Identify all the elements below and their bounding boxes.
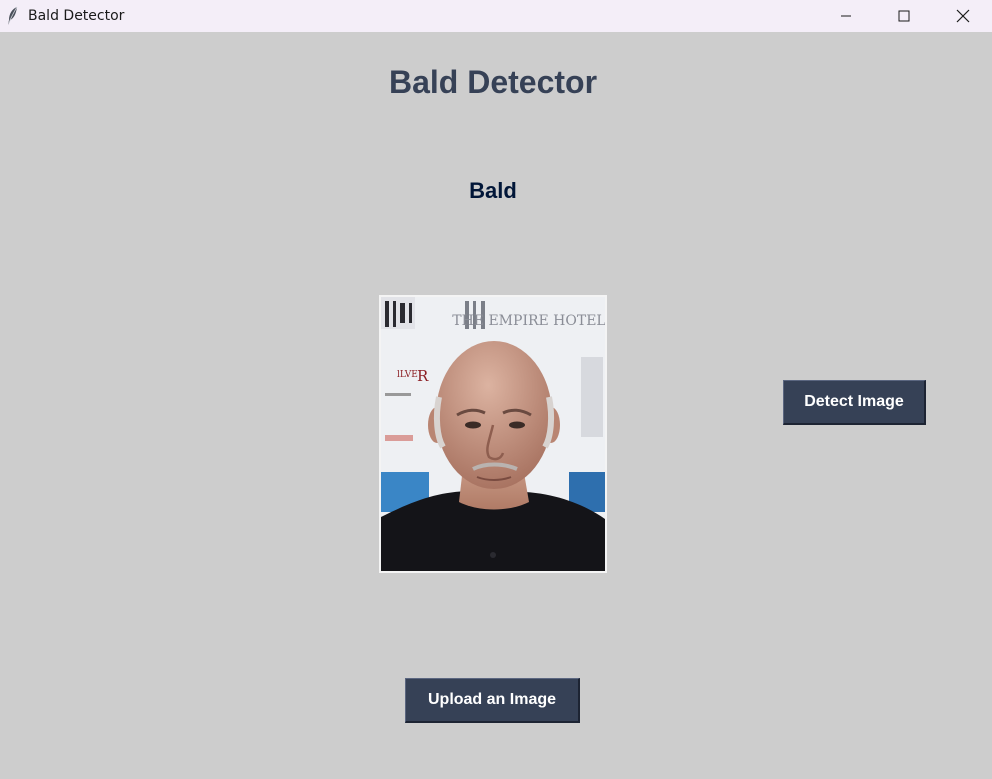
page-title: Bald Detector (388, 64, 598, 100)
minimize-button[interactable] (817, 0, 875, 32)
backdrop-sign-text: THE EMPIRE HOTEL (452, 313, 605, 329)
svg-text:R: R (417, 367, 429, 385)
maximize-button[interactable] (875, 0, 933, 32)
svg-text:lLVE: lLVE (397, 370, 418, 380)
feather-icon (8, 6, 18, 25)
title-bar[interactable]: Bald Detector (0, 0, 992, 32)
upload-image-button[interactable]: Upload an Image (405, 678, 580, 723)
portrait-photo: THE EMPIRE HOTEL lLVE R (381, 297, 605, 571)
uploaded-image: THE EMPIRE HOTEL lLVE R (379, 295, 607, 573)
maximize-icon (898, 10, 910, 22)
main-panel: Bald Detector Bald THE EMPIRE HOTEL lLVE… (0, 32, 992, 779)
close-icon (956, 9, 970, 23)
detect-image-button[interactable]: Detect Image (783, 380, 926, 425)
minimize-icon (841, 15, 851, 17)
window-title: Bald Detector (28, 8, 125, 24)
result-label: Bald (469, 178, 517, 203)
close-button[interactable] (934, 0, 992, 32)
app-window: Bald Detector Bald Detector Bald THE EMP… (0, 0, 992, 779)
